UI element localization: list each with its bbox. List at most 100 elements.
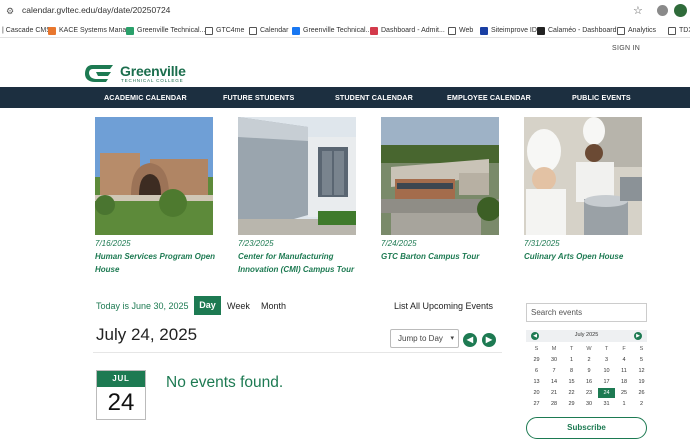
mini-calendar-day[interactable]: 8 [563, 366, 580, 376]
mini-calendar-day[interactable]: 12 [633, 366, 650, 376]
bookmark-item[interactable]: Dashboard - Admit... [370, 25, 445, 36]
calameo-icon [537, 26, 545, 35]
nav-public-events[interactable]: PUBLIC EVENTS [572, 93, 631, 102]
nav-academic-calendar[interactable]: ACADEMIC CALENDAR [104, 93, 187, 102]
dashboard-icon [370, 26, 378, 35]
mini-calendar-day[interactable]: 10 [598, 366, 615, 376]
mini-calendar-day[interactable]: 15 [563, 377, 580, 387]
mini-calendar-day[interactable]: 23 [581, 388, 598, 398]
mini-calendar-day[interactable]: 16 [581, 377, 598, 387]
folder-icon [668, 26, 676, 35]
bookmark-item[interactable]: TDX [668, 25, 690, 36]
profile-avatar[interactable] [674, 4, 687, 17]
mini-calendar-day[interactable]: 27 [528, 399, 545, 409]
event-title-link[interactable]: GTC Barton Campus Tour [381, 251, 503, 264]
mini-calendar-day[interactable]: 2 [581, 355, 598, 365]
jump-to-day-select[interactable]: Jump to Day ▾ [390, 329, 459, 348]
mini-calendar-day[interactable]: 3 [598, 355, 615, 365]
no-events-message: No events found. [166, 374, 284, 391]
search-events-input[interactable]: Search events [526, 303, 647, 322]
event-title-link[interactable]: Center for Manufacturing Innovation (CMI… [238, 251, 360, 276]
event-title-link[interactable]: Human Services Program Open House [95, 251, 217, 276]
bookmark-item[interactable]: Calendar [249, 25, 288, 36]
bookmark-label: Calendar [260, 27, 289, 34]
mini-calendar-weekday: W [586, 346, 592, 352]
folder-icon [249, 26, 257, 35]
mini-calendar-day[interactable]: 22 [563, 388, 580, 398]
bookmark-item[interactable]: Siteimprove ID [480, 25, 537, 36]
today-label: Today is June 30, 2025 [96, 301, 189, 311]
mini-calendar-day[interactable]: 24 [598, 388, 615, 398]
event-photo-barton-campus[interactable] [381, 117, 499, 235]
date-badge: JUL 24 [96, 370, 146, 420]
mini-calendar-day[interactable]: 20 [528, 388, 545, 398]
siteimprove-icon [480, 26, 488, 35]
mini-calendar-day[interactable]: 29 [528, 355, 545, 365]
mini-calendar-day[interactable]: 17 [598, 377, 615, 387]
nav-student-calendar[interactable]: STUDENT CALENDAR [335, 93, 413, 102]
event-date: 7/24/2025 [381, 239, 417, 248]
bookmark-item[interactable]: Calaméo - Dashboard [537, 25, 616, 36]
week-view-button[interactable]: Week [227, 301, 250, 311]
bookmark-item[interactable]: Greenville Technical... [292, 25, 371, 36]
mini-calendar-day[interactable]: 14 [546, 377, 563, 387]
nav-employee-calendar[interactable]: EMPLOYEE CALENDAR [447, 93, 531, 102]
sign-in-link[interactable]: SIGN IN [612, 45, 640, 52]
mini-calendar-weekday: M [551, 346, 557, 352]
bookmark-label: TDX [679, 27, 690, 34]
bookmark-item[interactable]: | Cascade CMS [2, 25, 51, 36]
bookmark-item[interactable]: Greenville Technical... [126, 25, 205, 36]
mini-calendar-day[interactable]: 1 [616, 399, 633, 409]
featured-event-card[interactable]: 7/31/2025 Culinary Arts Open House [524, 117, 644, 261]
mini-calendar-day[interactable]: 28 [546, 399, 563, 409]
featured-event-card[interactable]: 7/24/2025 GTC Barton Campus Tour [381, 117, 501, 261]
folder-icon [448, 26, 456, 35]
nav-future-students[interactable]: FUTURE STUDENTS [223, 93, 294, 102]
mini-calendar-day[interactable]: 26 [633, 388, 650, 398]
mini-calendar-day[interactable]: 9 [581, 366, 598, 376]
mini-calendar-day[interactable]: 18 [616, 377, 633, 387]
mini-calendar-weekday: S [534, 346, 539, 352]
mini-calendar-day[interactable]: 1 [563, 355, 580, 365]
event-title-link[interactable]: Culinary Arts Open House [524, 251, 646, 264]
bookmark-item[interactable]: Analytics [617, 25, 656, 36]
mini-calendar-day[interactable]: 5 [633, 355, 650, 365]
day-view-button[interactable]: Day [194, 296, 221, 315]
gtc-logo-icon [85, 65, 113, 82]
mini-calendar-day[interactable]: 2 [633, 399, 650, 409]
date-badge-month: JUL [97, 371, 145, 387]
bookmark-label: Calaméo - Dashboard [548, 27, 617, 34]
extension-icon[interactable] [657, 5, 668, 16]
mini-calendar-day[interactable]: 30 [546, 355, 563, 365]
previous-day-button[interactable]: ◀ [463, 333, 477, 347]
list-all-events-link[interactable]: List All Upcoming Events [394, 301, 493, 311]
mini-calendar-day[interactable]: 6 [528, 366, 545, 376]
next-day-button[interactable]: ▶ [482, 333, 496, 347]
college-logo[interactable]: Greenville TECHNICAL COLLEGE [83, 62, 193, 84]
bookmark-item[interactable]: Web [448, 25, 473, 36]
url-text[interactable]: calendar.gvltec.edu/day/date/20250724 [22, 5, 170, 15]
mini-calendar-day[interactable]: 30 [581, 399, 598, 409]
mini-calendar-day[interactable]: 21 [546, 388, 563, 398]
bookmark-label: Greenville Technical... [303, 27, 372, 34]
mini-calendar-day[interactable]: 25 [616, 388, 633, 398]
month-view-button[interactable]: Month [261, 301, 286, 311]
mini-calendar-day[interactable]: 4 [616, 355, 633, 365]
event-photo-cmi[interactable] [238, 117, 356, 235]
featured-event-card[interactable]: 7/16/2025 Human Services Program Open Ho… [95, 117, 215, 274]
event-photo-building[interactable] [95, 117, 213, 235]
event-photo-culinary[interactable] [524, 117, 642, 235]
featured-event-card[interactable]: 7/23/2025 Center for Manufacturing Innov… [238, 117, 358, 274]
mini-calendar-day[interactable]: 31 [598, 399, 615, 409]
bookmark-item[interactable]: KACE Systems Mana... [48, 25, 132, 36]
mini-calendar-day[interactable]: 11 [616, 366, 633, 376]
mini-calendar-day[interactable]: 19 [633, 377, 650, 387]
mini-calendar-next-button[interactable]: ▶ [634, 332, 642, 340]
bookmark-item[interactable]: GTC4me [205, 25, 244, 36]
bookmark-star-icon[interactable]: ☆ [633, 4, 643, 17]
mini-calendar-day[interactable]: 7 [546, 366, 563, 376]
site-info-icon[interactable]: ⚙ [6, 6, 17, 16]
mini-calendar-day[interactable]: 29 [563, 399, 580, 409]
mini-calendar-day[interactable]: 13 [528, 377, 545, 387]
arrow-left-icon: ◀ [466, 335, 474, 344]
